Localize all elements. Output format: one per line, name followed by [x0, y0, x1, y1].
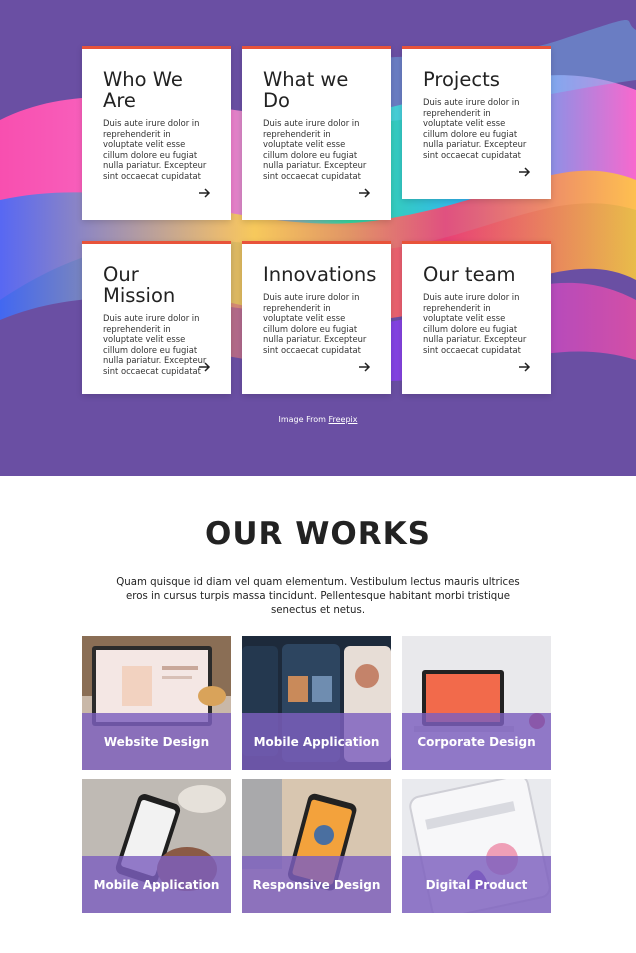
arrow-right-icon[interactable] [199, 362, 211, 372]
tile-overlay: Mobile Application [82, 856, 231, 913]
card-title: What we Do [263, 68, 349, 112]
tile-label: Mobile Application [253, 734, 380, 749]
arrow-right-icon[interactable] [519, 167, 531, 177]
work-tile-website-design[interactable]: Website Design [82, 636, 231, 770]
arrow-right-icon[interactable] [199, 188, 211, 198]
card-what-we-do[interactable]: What we Do Duis aute irure dolor in repr… [242, 46, 391, 220]
card-our-team[interactable]: Our team Duis aute irure dolor in repreh… [402, 241, 551, 394]
tile-label: Digital Product [425, 877, 528, 892]
tile-overlay: Digital Product [402, 856, 551, 913]
hero-section: Who We Are Duis aute irure dolor in repr… [0, 0, 636, 476]
work-tile-corporate-design[interactable]: Corporate Design [402, 636, 551, 770]
card-text: Duis aute irure dolor in reprehenderit i… [103, 313, 207, 376]
work-tile-digital-product[interactable]: Digital Product [402, 779, 551, 913]
work-tile-mobile-application-2[interactable]: Mobile Application [82, 779, 231, 913]
card-text: Duis aute irure dolor in reprehenderit i… [263, 118, 367, 181]
card-title: Projects [423, 68, 500, 91]
works-title: OUR WORKS [205, 516, 431, 552]
card-our-mission[interactable]: Our Mission Duis aute irure dolor in rep… [82, 241, 231, 394]
arrow-right-icon[interactable] [359, 188, 371, 198]
arrow-right-icon[interactable] [359, 362, 371, 372]
tile-label: Website Design [103, 734, 210, 749]
card-title: Our team [423, 263, 516, 286]
tile-label: Corporate Design [417, 734, 536, 749]
tile-overlay: Responsive Design [242, 856, 391, 913]
work-tile-mobile-application[interactable]: Mobile Application [242, 636, 391, 770]
credit-prefix: Image From [278, 415, 329, 424]
card-title: Who We Are [103, 68, 183, 112]
credit-link[interactable]: Freepix [328, 415, 357, 424]
card-text: Duis aute irure dolor in reprehenderit i… [103, 118, 207, 181]
work-tile-responsive-design[interactable]: Responsive Design [242, 779, 391, 913]
card-text: Duis aute irure dolor in reprehenderit i… [423, 97, 527, 160]
tile-overlay: Mobile Application [242, 713, 391, 770]
image-credit: Image From Freepix [0, 415, 636, 424]
tile-overlay: Website Design [82, 713, 231, 770]
tile-label: Mobile Application [93, 877, 220, 892]
tile-label: Responsive Design [252, 877, 381, 892]
tile-overlay: Corporate Design [402, 713, 551, 770]
card-text: Duis aute irure dolor in reprehenderit i… [263, 292, 367, 355]
card-title: Our Mission [103, 263, 176, 307]
card-innovations[interactable]: Innovations Duis aute irure dolor in rep… [242, 241, 391, 394]
card-text: Duis aute irure dolor in reprehenderit i… [423, 292, 527, 355]
card-who-we-are[interactable]: Who We Are Duis aute irure dolor in repr… [82, 46, 231, 220]
card-title: Innovations [263, 263, 377, 286]
card-projects[interactable]: Projects Duis aute irure dolor in repreh… [402, 46, 551, 199]
arrow-right-icon[interactable] [519, 362, 531, 372]
works-description: Quam quisque id diam vel quam elementum.… [116, 577, 520, 616]
